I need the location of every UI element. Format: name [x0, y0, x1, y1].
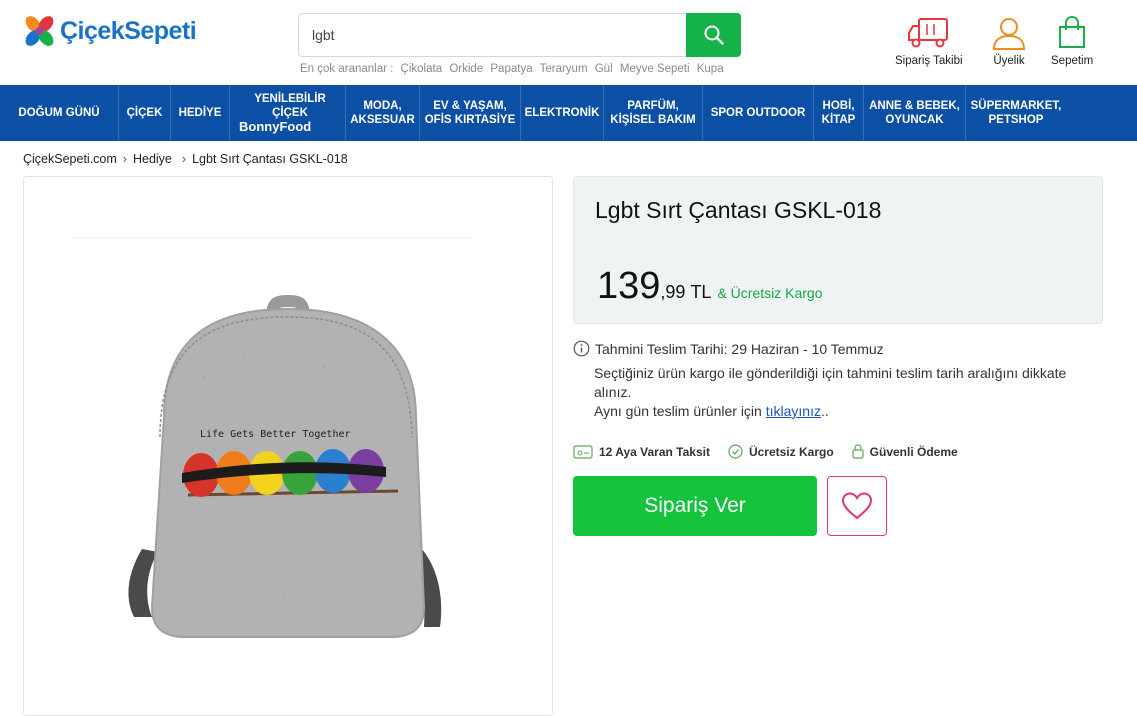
nav-item-label: ELEKTRONİK: [524, 107, 600, 119]
nav-item-sports[interactable]: SPOR OUTDOOR: [703, 85, 814, 141]
price-currency: TL: [690, 282, 712, 302]
product-price: 139 ,99 TL & Ücretsiz Kargo: [597, 265, 823, 308]
same-day-text: Aynı gün teslim ürünler için: [594, 403, 762, 419]
nav-item-label: SÜPERMARKET,: [970, 100, 1062, 112]
credit-card-icon: [573, 444, 593, 459]
search-icon: [704, 25, 724, 45]
nav-item-perfume[interactable]: PARFÜM, KİŞİSEL BAKIM: [604, 85, 703, 141]
popular-term[interactable]: Kupa: [697, 63, 724, 75]
shopping-bag-icon: [1059, 16, 1086, 48]
search-button[interactable]: [686, 13, 741, 57]
product-badges: 12 Aya Varan Taksit Ücretsiz Kargo Güven…: [573, 444, 958, 459]
heart-icon: [841, 492, 873, 520]
nav-item-gifts[interactable]: HEDİYE: [171, 85, 230, 141]
product-info-box: Lgbt Sırt Çantası GSKL-018 139 ,99 TL & …: [573, 176, 1103, 324]
breadcrumb-separator: ›: [122, 152, 127, 166]
delivery-note: Seçtiğiniz ürün kargo ile gönderildiği i…: [594, 365, 1067, 400]
popular-term[interactable]: Orkide: [449, 63, 483, 75]
installment-badge: 12 Aya Varan Taksit: [573, 444, 710, 459]
free-shipping-badge: Ücretsiz Kargo: [728, 444, 834, 459]
category-nav: DOĞUM GÜNÜ ÇİÇEK HEDİYE YENİLEBİLİR ÇİÇE…: [0, 85, 1137, 141]
breadcrumb-home[interactable]: ÇiçekSepeti.com: [23, 152, 117, 166]
popular-term[interactable]: Papatya: [490, 63, 532, 75]
nav-item-label: HEDİYE: [178, 107, 222, 119]
delivery-info: Tahmini Teslim Tarihi: 29 Haziran - 10 T…: [573, 340, 1103, 421]
secure-payment-label: Güvenli Ödeme: [869, 444, 958, 459]
order-tracking-button[interactable]: Sipariş Takibi: [895, 16, 963, 67]
popular-term[interactable]: Gül: [595, 63, 613, 75]
same-day-link[interactable]: tıklayınız: [766, 403, 821, 419]
add-to-favorites-button[interactable]: [827, 476, 887, 536]
truck-icon: [907, 18, 948, 48]
product-image-panel: Life Gets Better Together: [23, 176, 553, 716]
nav-item-label: YENİLEBİLİR ÇİÇEK: [254, 93, 326, 119]
nav-item-hobby[interactable]: HOBİ, KİTAP: [814, 85, 864, 141]
nav-item-label: EV & YAŞAM,: [433, 100, 507, 112]
membership-label: Üyelik: [993, 55, 1025, 67]
check-circle-icon: [728, 444, 743, 459]
nav-item-label: SPOR OUTDOOR: [710, 107, 806, 119]
popular-searches-label: En çok arananlar :: [300, 63, 394, 75]
cart-button[interactable]: Sepetim: [1051, 16, 1093, 67]
nav-item-label: ÇİÇEK: [126, 107, 163, 119]
user-icon: [992, 18, 1026, 50]
site-logo[interactable]: ÇiçekSepeti: [22, 14, 197, 48]
price-integer: 139: [597, 265, 661, 307]
search-box: [298, 13, 741, 57]
nav-item-electronics[interactable]: ELEKTRONİK: [521, 85, 604, 141]
cart-label: Sepetim: [1051, 55, 1094, 67]
membership-button[interactable]: Üyelik: [991, 16, 1027, 67]
popular-term[interactable]: Çikolata: [401, 63, 443, 75]
popular-term[interactable]: Meyve Sepeti: [620, 63, 690, 75]
site-header: ÇiçekSepeti En çok arananlar : Çikolata …: [0, 0, 1137, 85]
nav-item-label: KİTAP: [821, 114, 856, 126]
estimated-delivery-date: Tahmini Teslim Tarihi: 29 Haziran - 10 T…: [595, 340, 884, 357]
breadcrumb-separator: ›: [181, 152, 187, 166]
product-image-caption: Life Gets Better Together: [200, 429, 351, 440]
lock-icon: [852, 444, 864, 459]
free-shipping-label: & Ücretsiz Kargo: [717, 285, 823, 301]
nav-item-label: AKSESUAR: [350, 114, 415, 126]
order-tracking-label: Sipariş Takibi: [895, 55, 963, 67]
nav-item-label: ANNE & BEBEK,: [869, 100, 960, 112]
popular-term[interactable]: Teraryum: [540, 63, 588, 75]
free-shipping-badge-label: Ücretsiz Kargo: [748, 444, 834, 459]
flower-logo-icon: [25, 16, 54, 46]
nav-item-supermarket[interactable]: SÜPERMARKET, PETSHOP: [966, 85, 1066, 141]
nav-item-label: MODA,: [363, 100, 402, 112]
nav-item-label: HOBİ,: [822, 100, 855, 112]
nav-item-birthday[interactable]: DOĞUM GÜNÜ: [0, 85, 119, 141]
logo-text: ÇiçekSepeti: [60, 16, 197, 45]
same-day-suffix: ..: [820, 403, 829, 419]
breadcrumb-current: Lgbt Sırt Çantası GSKL-018: [192, 152, 348, 166]
nav-item-label: KİŞİSEL BAKIM: [610, 114, 696, 126]
price-decimal: ,99: [660, 282, 686, 302]
product-image[interactable]: Life Gets Better Together: [24, 177, 552, 677]
breadcrumb-category[interactable]: Hediye: [133, 152, 172, 166]
installment-label: 12 Aya Varan Taksit: [599, 444, 710, 459]
info-icon: [573, 340, 590, 357]
order-button[interactable]: Sipariş Ver: [573, 476, 817, 536]
search-input[interactable]: [299, 14, 687, 56]
breadcrumb: ÇiçekSepeti.com › Hediye › Lgbt Sırt Çan…: [23, 152, 348, 166]
nav-item-flowers[interactable]: ÇİÇEK: [119, 85, 171, 141]
nav-item-label: PARFÜM,: [627, 100, 679, 112]
nav-item-home-office[interactable]: EV & YAŞAM, OFİS KIRTASİYE: [420, 85, 521, 141]
nav-item-label: OYUNCAK: [885, 114, 944, 126]
nav-item-label: DOĞUM GÜNÜ: [18, 107, 100, 119]
nav-item-edible-flowers[interactable]: YENİLEBİLİR ÇİÇEK BonnyFood: [230, 85, 346, 141]
popular-searches: En çok arananlar : Çikolata Orkide Papat…: [300, 63, 728, 75]
product-title: Lgbt Sırt Çantası GSKL-018: [595, 197, 882, 223]
secure-payment-badge: Güvenli Ödeme: [852, 444, 958, 459]
nav-item-sublabel: BonnyFood: [239, 119, 312, 134]
nav-item-fashion[interactable]: MODA, AKSESUAR: [346, 85, 420, 141]
nav-item-label: PETSHOP: [988, 114, 1044, 126]
nav-item-mother-baby[interactable]: ANNE & BEBEK, OYUNCAK: [864, 85, 966, 141]
nav-item-label: OFİS KIRTASİYE: [424, 114, 516, 126]
